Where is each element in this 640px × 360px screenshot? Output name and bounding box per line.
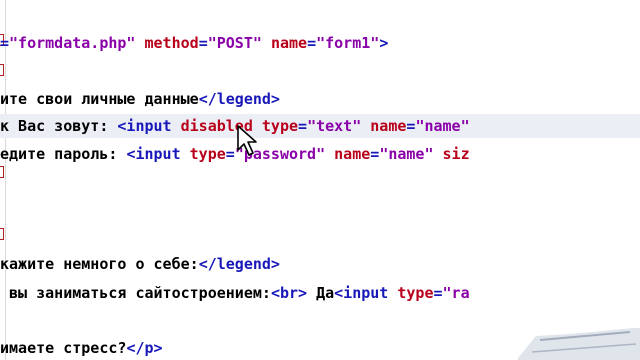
code-token-tag: =: [433, 284, 443, 302]
code-line[interactable]: кажите немного о себе:</legend>: [0, 254, 280, 274]
code-token-val: "ra: [442, 284, 470, 302]
code-token-tag: </legend>: [198, 90, 280, 108]
fold-marker[interactable]: [0, 166, 4, 178]
code-token-attr: type: [261, 117, 299, 135]
code-token-val: "form1": [316, 34, 380, 52]
code-token-attr: name: [370, 117, 407, 135]
code-token-tag: =: [370, 145, 380, 163]
code-token-tag: =: [225, 145, 235, 163]
code-token-tag: <input: [117, 117, 172, 135]
code-line[interactable]: к Вас зовут: <input disabled type="text"…: [0, 116, 470, 136]
code-token-tag: <input: [126, 145, 181, 163]
code-token-val: "name": [379, 145, 434, 163]
code-token-tag: =: [298, 117, 308, 135]
code-line[interactable]: ="formdata.php" method="POST" name="form…: [0, 33, 388, 53]
code-line[interactable]: вы заниматься сайтостроением:<br> Да<inp…: [0, 283, 470, 303]
code-token-txt: имаете стресс?: [0, 339, 127, 357]
code-token-txt: кажите немного о себе:: [0, 255, 199, 273]
code-editor[interactable]: ="formdata.php" method="POST" name="form…: [0, 0, 640, 360]
code-token-attr: type: [189, 145, 226, 163]
code-token-val: "formdata.php": [9, 34, 136, 52]
code-line[interactable]: едите пароль: <input type="password" nam…: [0, 144, 470, 164]
code-token-txt: к Вас зовут:: [0, 117, 118, 135]
code-token-txt: ите свои личные данные: [0, 90, 199, 108]
code-token-attr: method: [144, 34, 199, 52]
code-token-tag: =: [307, 34, 317, 52]
code-token-tag: =: [0, 34, 10, 52]
code-token-val: "name": [415, 117, 470, 135]
code-token-tag: <input: [334, 284, 389, 302]
code-token-tag: </p>: [126, 339, 163, 357]
editor-gutter: [0, 0, 8, 360]
code-token-val: "POST": [207, 34, 262, 52]
code-token-val: "text": [307, 117, 362, 135]
code-token-txt: вы заниматься сайтостроением:: [0, 284, 271, 302]
code-token-tag: </legend>: [198, 255, 280, 273]
code-line[interactable]: ите свои личные данные</legend>: [0, 89, 280, 109]
code-token-tag: <br>: [270, 284, 308, 302]
code-token-tag: >: [379, 34, 389, 52]
watermark-logo: [518, 328, 640, 360]
code-token-attr: name: [270, 34, 308, 52]
gutter-divider: [5, 0, 6, 360]
code-token-tag: =: [198, 34, 208, 52]
code-token-attr: siz: [442, 145, 470, 163]
code-line[interactable]: имаете стресс?</p>: [0, 338, 163, 358]
code-token-txt: едите пароль:: [0, 145, 127, 163]
mouse-pointer-icon: [237, 125, 257, 156]
code-token-attr: type: [397, 284, 434, 302]
fold-marker[interactable]: [0, 228, 4, 240]
code-token-txt: Да: [307, 284, 335, 302]
code-token-attr: name: [334, 145, 371, 163]
fold-marker[interactable]: [0, 64, 4, 76]
